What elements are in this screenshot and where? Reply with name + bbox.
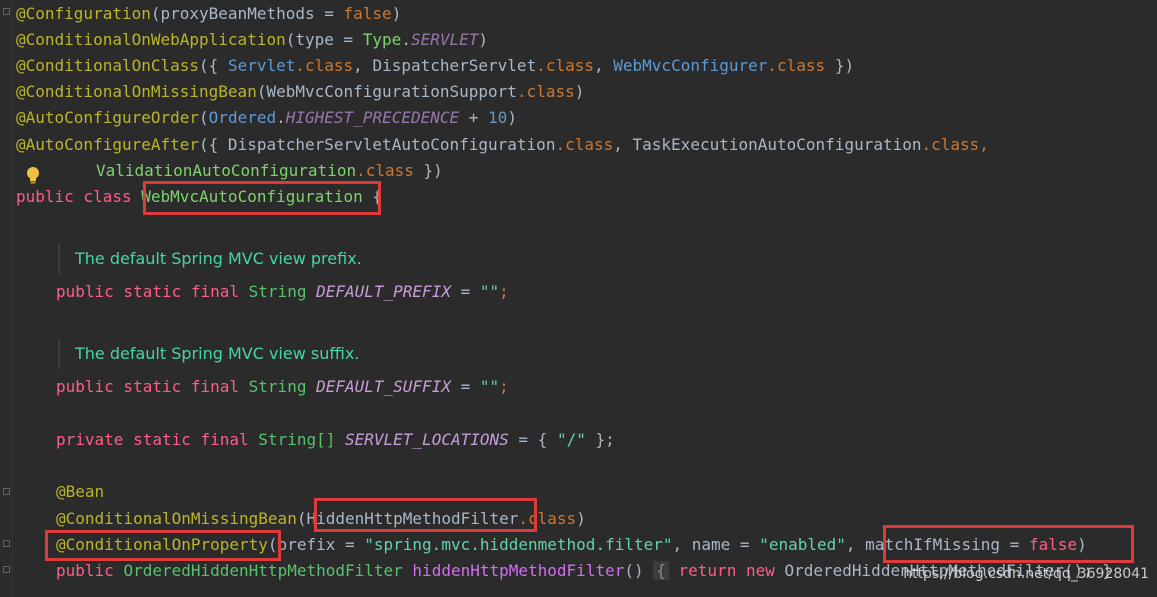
string-literal: "" <box>479 282 500 301</box>
annotation: @ConditionalOnWebApplication <box>16 30 286 49</box>
keyword: return new <box>668 561 785 580</box>
code-text: }; <box>585 430 615 449</box>
code-line-9[interactable]: public static final String DEFAULT_PREFI… <box>56 279 509 305</box>
code-text: ) <box>507 108 517 127</box>
code-line-11[interactable]: private static final String[] SERVLET_LO… <box>56 427 615 453</box>
code-text: . <box>276 108 286 127</box>
fold-marker-icon[interactable] <box>3 488 10 495</box>
type-name: Ordered <box>208 108 277 127</box>
annotation: @Bean <box>56 482 105 501</box>
code-line-3[interactable]: @ConditionalOnClass({ Servlet.class, Dis… <box>16 53 854 79</box>
code-text: ( <box>199 108 209 127</box>
keyword: public static final <box>56 282 249 301</box>
code-text: ) <box>391 4 402 23</box>
fold-marker-icon[interactable] <box>3 566 10 573</box>
type-name: ValidationAutoConfiguration <box>96 161 357 180</box>
code-text: . <box>401 30 411 49</box>
annotation: @AutoConfigureOrder <box>16 108 200 127</box>
keyword: .class <box>767 56 826 75</box>
code-text: (prefix = <box>267 535 365 554</box>
highlight-box-conditional-property <box>45 530 281 561</box>
keyword: public class <box>16 187 142 206</box>
folded-region[interactable]: { <box>653 561 669 580</box>
keyword: false <box>343 4 392 23</box>
type-name: Type <box>362 30 402 49</box>
constant: DEFAULT_PREFIX <box>316 282 451 301</box>
code-text: ) <box>478 30 489 49</box>
doc-comment-prefix: The default Spring MVC view prefix. <box>58 244 362 274</box>
highlight-box-filter-class <box>314 498 537 532</box>
code-text: = <box>450 282 480 301</box>
code-text: (WebMvcConfigurationSupport <box>256 82 517 101</box>
annotation: @ConditionalOnMissingBean <box>16 82 257 101</box>
keyword: public static final <box>56 377 249 396</box>
lightbulb-icon[interactable] <box>26 166 40 184</box>
code-text: , TaskExecutionAutoConfiguration <box>613 135 922 154</box>
code-text: ) <box>576 509 586 528</box>
code-text: ({ <box>199 56 228 75</box>
type-name: Servlet <box>227 56 296 75</box>
code-text: , DispatcherServlet <box>353 56 537 75</box>
constant: HIGHEST_PRECEDENCE <box>285 108 460 127</box>
code-line-4[interactable]: @ConditionalOnMissingBean(WebMvcConfigur… <box>16 79 584 105</box>
code-text: () <box>624 561 654 580</box>
fold-marker-icon[interactable] <box>3 540 10 547</box>
code-line-10[interactable]: public static final String DEFAULT_SUFFI… <box>56 374 509 400</box>
annotation: @ConditionalOnClass <box>16 56 200 75</box>
code-text: + <box>459 108 489 127</box>
constant: SERVLET_LOCATIONS <box>345 430 509 449</box>
highlight-box-class-name <box>143 181 381 215</box>
type-name: String[] <box>258 430 345 449</box>
type-name: String <box>248 377 317 396</box>
fold-marker-icon[interactable] <box>3 8 10 15</box>
type-name: String <box>248 282 317 301</box>
string-literal: "enabled" <box>759 535 846 554</box>
code-text: (type = <box>285 30 363 49</box>
string-literal: "/" <box>556 430 586 449</box>
code-text: , <box>594 56 614 75</box>
type-name: WebMvcConfigurer <box>613 56 768 75</box>
type-name: OrderedHiddenHttpMethodFilter <box>123 561 413 580</box>
keyword: ; <box>499 282 509 301</box>
code-text: (proxyBeanMethods = <box>150 4 344 23</box>
code-line-5[interactable]: @AutoConfigureOrder(Ordered.HIGHEST_PREC… <box>16 105 517 131</box>
string-literal: "" <box>479 377 500 396</box>
code-line-12[interactable]: @Bean <box>56 479 104 505</box>
keyword: .class <box>536 56 594 75</box>
constant: DEFAULT_SUFFIX <box>316 377 451 396</box>
code-text: = <box>450 377 480 396</box>
keyword: .class <box>516 82 575 101</box>
keyword: public <box>56 561 124 580</box>
code-text: }) <box>413 161 443 180</box>
code-line-6[interactable]: @AutoConfigureAfter({ DispatcherServletA… <box>16 132 989 158</box>
keyword: .class <box>921 135 980 154</box>
keyword: .class <box>356 161 414 180</box>
constant: SERVLET <box>410 30 479 49</box>
annotation: @Configuration <box>16 4 151 23</box>
annotation: @ConditionalOnMissingBean <box>56 509 297 528</box>
code-text: ) <box>574 82 585 101</box>
code-text: , name = <box>672 535 760 554</box>
editor-gutter <box>0 0 13 597</box>
code-line-1[interactable]: @Configuration(proxyBeanMethods = false) <box>16 1 401 27</box>
keyword: private static final <box>56 430 259 449</box>
code-text: = { <box>508 430 557 449</box>
highlight-box-match-if-missing <box>883 525 1134 563</box>
number: 10 <box>488 108 508 127</box>
code-text: ({ DispatcherServletAutoConfiguration <box>199 135 556 154</box>
code-text: }) <box>825 56 855 75</box>
keyword: .class <box>295 56 354 75</box>
keyword: , <box>979 135 989 154</box>
annotation: @AutoConfigureAfter <box>16 135 200 154</box>
string-literal: "spring.mvc.hiddenmethod.filter" <box>364 535 673 554</box>
code-line-2[interactable]: @ConditionalOnWebApplication(type = Type… <box>16 27 488 53</box>
doc-comment-suffix: The default Spring MVC view suffix. <box>58 339 359 369</box>
keyword: ; <box>499 377 509 396</box>
method-name: hiddenHttpMethodFilter <box>412 561 625 580</box>
watermark: https://blog.csdn.net/qq_36928041 <box>903 566 1149 582</box>
keyword: .class <box>555 135 614 154</box>
